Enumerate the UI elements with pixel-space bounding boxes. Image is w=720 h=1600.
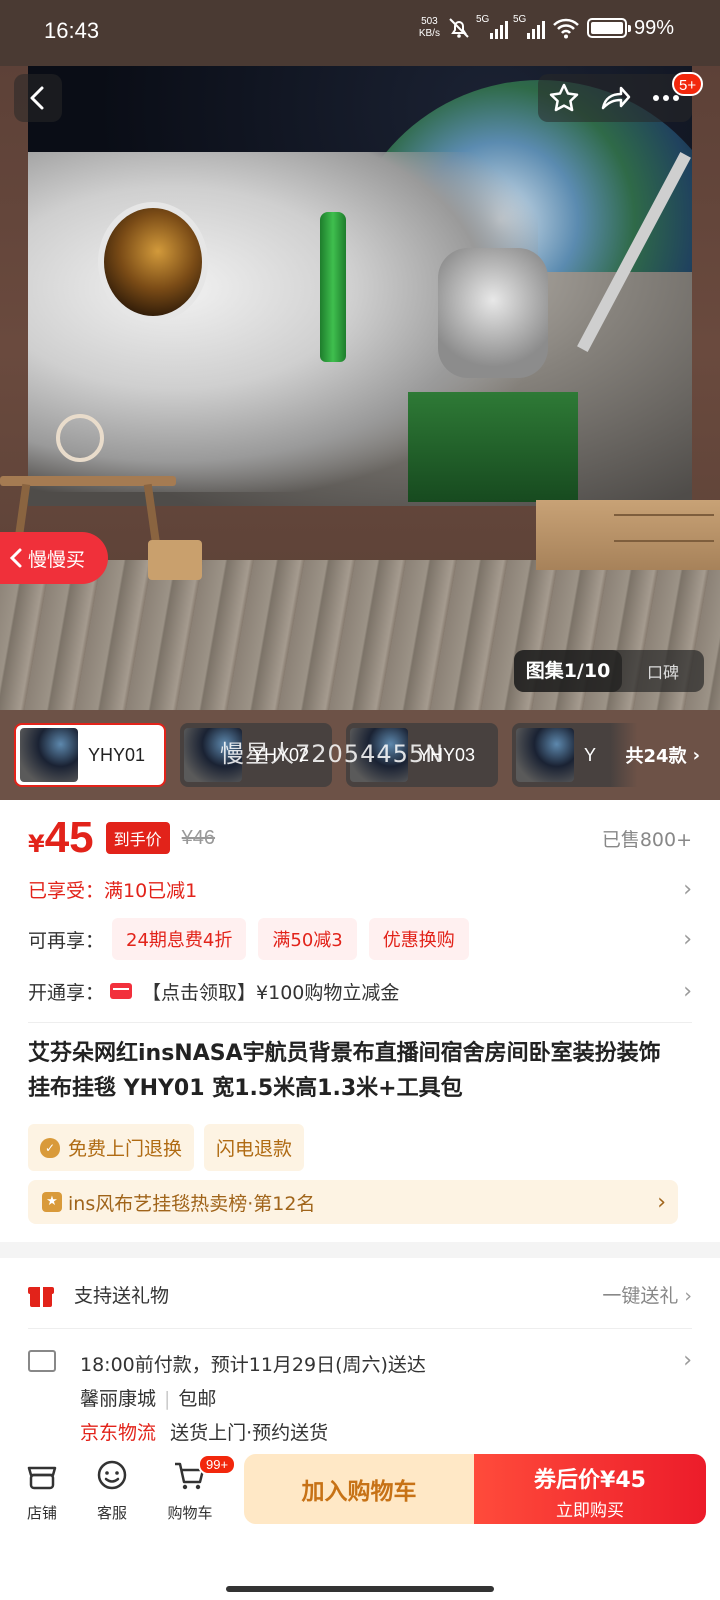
chevron-right-icon: ›	[692, 744, 700, 766]
shipping-label: 包邮	[178, 1388, 217, 1410]
check-shield-icon: ✓	[40, 1137, 60, 1158]
divider	[28, 1328, 692, 1329]
chevron-right-icon: ›	[683, 1348, 692, 1373]
promo-chip[interactable]: 优惠换购	[368, 918, 469, 960]
service-label: 闪电退款	[216, 1138, 293, 1160]
star-icon[interactable]	[548, 82, 580, 114]
service-tag[interactable]: ✓ 免费上门退换	[28, 1124, 195, 1171]
gift-icon	[28, 1281, 54, 1307]
product-detail-page: 16:43 503 KB/s 5G 5G 99% 5+ 慢慢买 图集1/10 口…	[0, 0, 720, 1600]
share-icon[interactable]	[599, 82, 631, 114]
customer-service-button[interactable]: 客服	[82, 1458, 142, 1523]
cart-button[interactable]: 99+ 购物车	[160, 1454, 237, 1523]
open-promo-offer: 【点击领取】¥100购物立减金	[142, 981, 400, 1004]
gift-label: 支持送礼物	[74, 1284, 170, 1307]
store-button[interactable]: 店铺	[12, 1458, 72, 1523]
battery-icon	[586, 18, 631, 38]
delivery-city: 馨丽康城	[80, 1388, 157, 1410]
network-speed: 503 KB/s	[418, 16, 440, 39]
carrier-row: 京东物流 送货上门·预约送货	[80, 1418, 328, 1445]
variant-item[interactable]: YHY01	[14, 723, 166, 787]
service-tags: ✓ 免费上门退换 闪电退款	[28, 1124, 305, 1171]
lamp-decor	[56, 414, 104, 462]
delivery-address-row: 馨丽康城 | 包邮	[80, 1388, 217, 1410]
service-label: 免费上门退换	[68, 1138, 183, 1160]
gift-action[interactable]: 一键送礼 ›	[602, 1281, 692, 1308]
chevron-right-icon: ›	[683, 978, 692, 1004]
gallery-switch: 图集1/10 口碑	[514, 650, 704, 692]
mute-bell-icon	[449, 18, 469, 38]
rank-label: ins风布艺挂毯热卖榜·第12名	[68, 1192, 316, 1215]
variant-thumbnail	[516, 728, 574, 782]
battery-percent: 99%	[633, 16, 674, 39]
ranking-banner[interactable]: ★ ins风布艺挂毯热卖榜·第12名 ›	[28, 1180, 678, 1224]
promo-chip[interactable]: 满50减3	[258, 918, 357, 960]
variant-count-button[interactable]: 共24款 ›	[610, 710, 720, 800]
enjoyed-promo-row[interactable]: 已享受：满10已减1 ›	[28, 864, 692, 914]
gift-row[interactable]: 支持送礼物 一键送礼 ›	[28, 1274, 692, 1314]
cart-badge: 99+	[198, 1454, 237, 1475]
slow-buy-button[interactable]: 慢慢买	[0, 532, 108, 584]
service-label: 客服	[96, 1504, 127, 1522]
reviews-tab[interactable]: 口碑	[622, 659, 704, 683]
enjoyed-promo-text: 已享受：满10已减1	[28, 879, 198, 902]
store-icon	[27, 1466, 57, 1490]
final-price-tag: 到手价	[105, 822, 170, 854]
back-button[interactable]	[14, 74, 62, 122]
variant-label: Y	[584, 744, 597, 765]
chevron-right-icon: ›	[657, 1189, 666, 1215]
original-price: ¥46	[181, 826, 216, 849]
message-badge[interactable]: 5+	[672, 72, 704, 96]
open-promo-row[interactable]: 开通享： 【点击领取】¥100购物立减金 ›	[28, 966, 692, 1016]
card-icon	[110, 983, 133, 999]
rank-star-icon: ★	[42, 1192, 62, 1212]
open-promo-label: 开通享：	[28, 981, 105, 1004]
status-time: 16:43	[44, 18, 100, 43]
variant-label: YHY01	[88, 744, 146, 765]
gift-delivery-card: 支持送礼物 一键送礼 › 18:00前付款，预计11月29日(周六)送达 馨丽康…	[0, 1258, 720, 1448]
price-value: 45	[44, 813, 94, 862]
sold-count: 已售800+	[601, 828, 692, 851]
truck-icon	[28, 1350, 56, 1372]
variant-count-label: 共24款	[625, 746, 687, 767]
top-action-group	[538, 74, 692, 122]
gallery-tab[interactable]: 图集1/10	[514, 650, 622, 692]
carrier-note: 送货上门·预约送货	[170, 1422, 329, 1444]
slow-buy-label: 慢慢买	[28, 548, 86, 571]
service-tag[interactable]: 闪电退款	[204, 1124, 305, 1171]
price-currency: ¥	[28, 830, 45, 858]
chevron-left-icon	[30, 86, 44, 110]
watermark-text: 慢星人72054455N	[220, 740, 445, 768]
delivery-eta: 18:00前付款，预计11月29日(周六)送达	[80, 1354, 426, 1376]
buy-now-button[interactable]: 券后价¥45 立即购买	[474, 1454, 706, 1524]
status-bar: 16:43 503 KB/s 5G 5G 99%	[0, 0, 720, 66]
bottom-action-bar: 店铺 客服 99+ 购物车 加入购物车 券后价¥45 立即购买	[0, 1446, 720, 1600]
chevron-right-icon: ›	[683, 876, 692, 902]
store-label: 店铺	[26, 1504, 57, 1522]
cabinet-decor	[536, 500, 720, 570]
tapestry-image	[28, 62, 692, 506]
buy-now-label: 立即购买	[556, 1501, 624, 1521]
promo-chip[interactable]: 24期息费4折	[112, 918, 247, 960]
wifi-icon	[553, 18, 579, 39]
add-to-cart-button[interactable]: 加入购物车	[244, 1454, 474, 1524]
more-promo-row[interactable]: 可再享： 24期息费4折 满50减3 优惠换购 ›	[28, 914, 692, 964]
signal-icon: 5G	[476, 14, 508, 39]
chat-smile-icon	[97, 1460, 127, 1490]
coupon-price: 券后价¥45	[534, 1468, 646, 1493]
home-indicator[interactable]	[226, 1586, 494, 1592]
chevron-left-icon	[9, 548, 22, 568]
signal-icon-2: 5G	[513, 14, 545, 39]
divider	[28, 1022, 692, 1023]
product-info-card: ¥ 45 到手价 ¥46 已售800+ 已享受：满10已减1 › 可再享： 24…	[0, 800, 720, 1242]
variant-thumbnail	[20, 728, 78, 782]
chevron-right-icon: ›	[683, 926, 692, 952]
carrier-name: 京东物流	[80, 1422, 157, 1444]
basket-decor	[148, 540, 202, 580]
product-title: 艾芬朵网红insNASA宇航员背景布直播间宿舍房间卧室装扮装饰挂布挂毯 YHY0…	[28, 1041, 661, 1101]
cart-label: 购物车	[167, 1504, 213, 1522]
price-row: ¥ 45 到手价 ¥46 已售800+	[28, 810, 692, 866]
more-promo-label: 可再享：	[28, 929, 105, 952]
